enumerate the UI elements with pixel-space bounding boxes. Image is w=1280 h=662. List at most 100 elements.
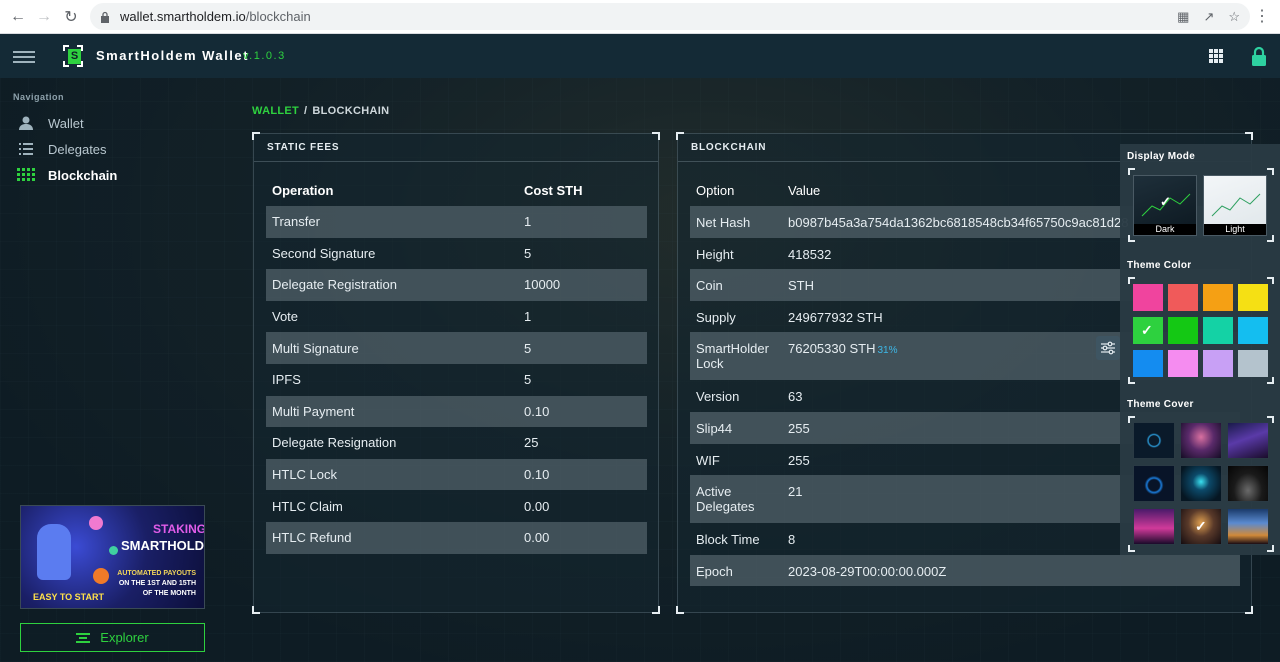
light-mode-label: Light [1204, 224, 1266, 235]
reload-icon[interactable]: ↻ [58, 4, 84, 30]
wallet-lock-icon[interactable] [1251, 46, 1267, 66]
fee-operation-cell: Delegate Resignation [272, 435, 397, 451]
translate-icon[interactable]: ▦ [1177, 9, 1189, 25]
value-text: 255 [788, 452, 810, 468]
table-row: Delegate Resignation 25 [266, 427, 647, 459]
sidebar-item-label: Delegates [48, 141, 107, 157]
sidebar-item-delegates[interactable]: Delegates [17, 139, 107, 159]
theme-color-frame: ✓ [1128, 277, 1274, 384]
app-title: SmartHoldem Wallet [96, 48, 249, 63]
fee-cost-cell: 1 [518, 206, 647, 238]
light-mode-option[interactable]: Light [1203, 175, 1267, 236]
cover-ring[interactable] [1133, 422, 1175, 459]
apps-grid-icon[interactable] [1209, 49, 1223, 63]
option-cell: SmartHolder Lock [690, 332, 782, 381]
cover-city[interactable] [1133, 508, 1175, 545]
bookmark-star-icon[interactable]: ☆ [1228, 9, 1240, 25]
share-icon[interactable]: ↗ [1203, 9, 1214, 25]
option-cell: Net Hash [690, 206, 782, 238]
theme-cover-frame: ✓ [1128, 416, 1274, 552]
sidebar-item-wallet[interactable]: Wallet [17, 113, 84, 133]
cover-figure[interactable] [1180, 465, 1222, 502]
fee-operation-cell: HTLC Lock [266, 458, 518, 491]
cover-tree[interactable] [1180, 422, 1222, 459]
navigation-label: Navigation [13, 92, 65, 102]
list-icon [19, 143, 33, 155]
theme-color-swatch[interactable] [1168, 284, 1198, 311]
theme-color-swatch[interactable] [1238, 317, 1268, 344]
back-arrow-icon[interactable]: ← [5, 4, 31, 30]
fee-cost-cell: 1 [524, 309, 532, 325]
theme-color-swatch[interactable] [1238, 350, 1268, 377]
value-text: STH [788, 278, 814, 294]
user-icon [19, 116, 33, 130]
column-header-cost: Cost STH [524, 182, 583, 198]
planet-decoration [109, 546, 118, 555]
option-cell: Active Delegates [690, 475, 782, 524]
theme-color-swatch[interactable] [1168, 350, 1198, 377]
fee-operation-cell: Multi Signature [266, 332, 518, 364]
static-fees-table: Operation Cost STH Transfer 1 Second Signa… [266, 174, 647, 554]
value-text: b0987b45a3a754da1362bc6818548cb34f65750c… [788, 215, 1129, 230]
cover-portal[interactable] [1133, 465, 1175, 502]
fee-operation-cell: Multi Payment [266, 395, 518, 428]
fee-cost-cell: 5 [518, 332, 647, 364]
dark-mode-label: Dark [1134, 224, 1196, 235]
fee-operation-cell: IPFS [272, 372, 301, 388]
cover-dark-land[interactable] [1227, 465, 1269, 502]
browser-menu-icon[interactable]: ⋮ [1254, 6, 1270, 26]
url-path: /blockchain [245, 9, 311, 24]
explorer-icon [76, 632, 91, 643]
explorer-button[interactable]: Explorer [20, 623, 205, 652]
fee-operation-cell: Second Signature [272, 245, 376, 261]
option-cell: Coin [690, 269, 782, 301]
planet-decoration [89, 516, 103, 530]
app-logo: S [62, 44, 84, 68]
lock-percent: 31% [877, 345, 898, 357]
cover-mushroom[interactable]: ✓ [1180, 508, 1222, 545]
cover-mountains[interactable] [1227, 422, 1269, 459]
breadcrumb-wallet-link[interactable]: WALLET [252, 105, 299, 117]
fee-cost-cell: 5 [524, 245, 532, 261]
sliders-settings-icon[interactable] [1096, 336, 1120, 361]
option-cell: Height [696, 246, 734, 262]
logo-letter: S [68, 49, 81, 64]
promo-line: AUTOMATED PAYOUTS [117, 570, 196, 577]
breadcrumb-separator: / [304, 105, 308, 117]
fee-operation-cell: HTLC Claim [272, 498, 343, 514]
display-mode-title: Display Mode [1127, 151, 1196, 162]
theme-color-swatch[interactable] [1203, 350, 1233, 377]
cover-castle[interactable] [1227, 508, 1269, 545]
light-preview-icon [1211, 193, 1261, 217]
fee-operation-cell: Transfer [266, 206, 518, 238]
staking-promo-banner[interactable]: STAKING SMARTHOLDER AUTOMATED PAYOUTS ON… [20, 505, 205, 609]
theme-color-swatch[interactable] [1203, 284, 1233, 311]
breadcrumb-current: BLOCKCHAIN [312, 105, 390, 117]
dark-mode-option[interactable]: ✓ Dark [1133, 175, 1197, 236]
theme-cover-title: Theme Cover [1127, 399, 1194, 410]
breadcrumb: WALLET / BLOCKCHAIN [252, 105, 389, 117]
value-cell: 2023-08-29T00:00:00.000Z [782, 554, 1240, 587]
hamburger-menu-icon[interactable] [13, 51, 35, 63]
theme-color-swatch[interactable] [1238, 284, 1268, 311]
address-bar[interactable]: wallet.smartholdem.io/blockchain ▦ ↗ ☆ [90, 3, 1250, 30]
theme-color-swatch[interactable]: ✓ [1133, 317, 1163, 344]
table-row: Second Signature 5 [266, 238, 647, 270]
display-mode-frame: ✓ Dark Light [1128, 168, 1274, 242]
theme-color-swatch[interactable] [1203, 317, 1233, 344]
theme-color-swatch[interactable] [1133, 350, 1163, 377]
option-cell: Supply [696, 309, 736, 325]
browser-toolbar: ← → ↻ wallet.smartholdem.io/blockchain ▦… [0, 0, 1280, 34]
theme-color-swatch[interactable] [1133, 284, 1163, 311]
forward-arrow-icon[interactable]: → [31, 4, 57, 30]
fee-cost-cell: 5 [524, 372, 532, 388]
fee-cost-cell: 0.10 [518, 458, 647, 491]
table-row: Multi Signature 5 [266, 332, 647, 364]
table-row: HTLC Lock 0.10 [266, 458, 647, 491]
column-header-option: Option [696, 182, 735, 198]
sidebar-item-blockchain[interactable]: Blockchain [17, 165, 117, 185]
table-row: HTLC Refund 0.00 [266, 521, 647, 554]
theme-color-swatch[interactable] [1168, 317, 1198, 344]
checkmark-icon: ✓ [1141, 322, 1153, 338]
table-row: Vote 1 [266, 301, 647, 333]
